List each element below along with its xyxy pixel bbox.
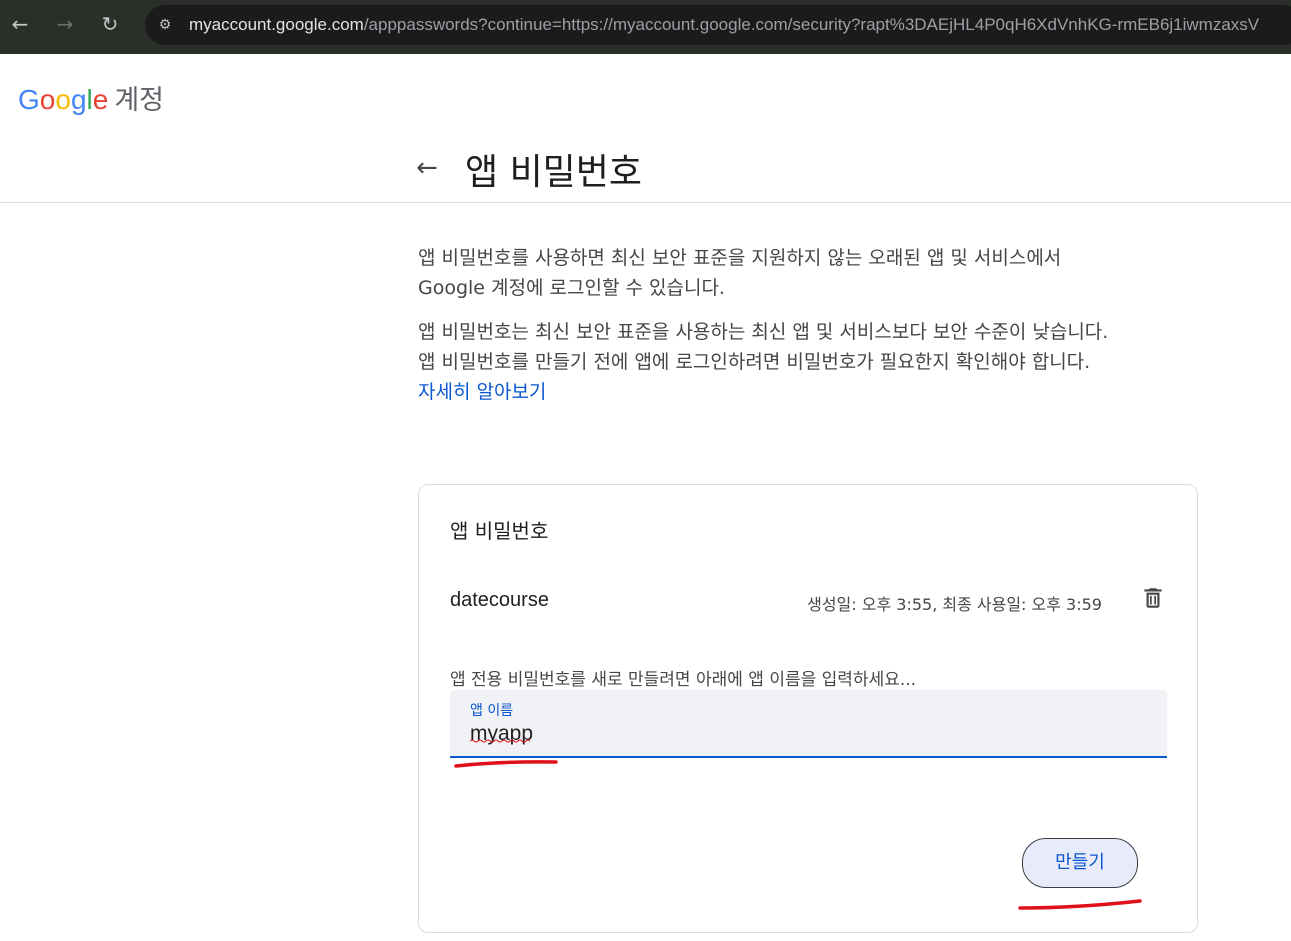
brand-letter: o — [55, 84, 71, 115]
url-host: myaccount.google.com — [189, 15, 364, 34]
forward-icon[interactable]: → — [53, 12, 77, 36]
brand-letter: G — [18, 84, 40, 115]
app-passwords-card: 앱 비밀번호 datecourse 생성일: 오후 3:55, 최종 사용일: … — [418, 484, 1198, 933]
back-icon[interactable]: ← — [8, 12, 32, 36]
app-name-label: 앱 이름 — [470, 703, 514, 719]
reload-icon[interactable]: ↻ — [98, 12, 122, 36]
brand-letter: o — [39, 84, 56, 115]
address-bar[interactable]: ⚙ myaccount.google.com/apppasswords?cont… — [145, 5, 1291, 45]
app-name-input[interactable] — [470, 722, 1070, 746]
brand-letter: e — [92, 84, 109, 115]
brand-suffix: 계정 — [114, 85, 165, 115]
back-arrow-icon[interactable]: ← — [416, 154, 444, 182]
browser-toolbar: ← → ↻ ⚙ myaccount.google.com/apppassword… — [0, 0, 1291, 54]
spellcheck-underline — [470, 739, 531, 743]
url-text: myaccount.google.com/apppasswords?contin… — [189, 15, 1259, 35]
password-meta: 생성일: 오후 3:55, 최종 사용일: 오후 3:59 — [807, 595, 1102, 614]
card-title: 앱 비밀번호 — [450, 519, 549, 543]
header-divider — [0, 202, 1291, 203]
site-info-icon[interactable]: ⚙ — [153, 13, 177, 37]
intro-paragraph: 앱 비밀번호를 사용하면 최신 보안 표준을 지원하지 않는 오래된 앱 및 서… — [418, 247, 1062, 299]
url-path: /apppasswords?continue=https://myaccount… — [363, 15, 1260, 34]
trash-icon[interactable] — [1140, 585, 1166, 611]
google-account-logo[interactable]: Google 계정 — [18, 78, 164, 117]
brand-letter: g — [70, 84, 87, 115]
intro-section: 앱 비밀번호를 사용하면 최신 보안 표준을 지원하지 않는 오래된 앱 및 서… — [418, 243, 1118, 407]
intro-paragraph: 앱 비밀번호는 최신 보안 표준을 사용하는 최신 앱 및 서비스보다 보안 수… — [418, 321, 1109, 373]
learn-more-link[interactable]: 자세히 알아보기 — [418, 381, 546, 403]
app-name-field[interactable]: 앱 이름 — [450, 690, 1167, 758]
page-title: 앱 비밀번호 — [465, 152, 643, 193]
password-name: datecourse — [450, 589, 549, 611]
create-button[interactable]: 만들기 — [1022, 838, 1138, 888]
create-hint: 앱 전용 비밀번호를 새로 만들려면 아래에 앱 이름을 입력하세요... — [450, 670, 917, 690]
